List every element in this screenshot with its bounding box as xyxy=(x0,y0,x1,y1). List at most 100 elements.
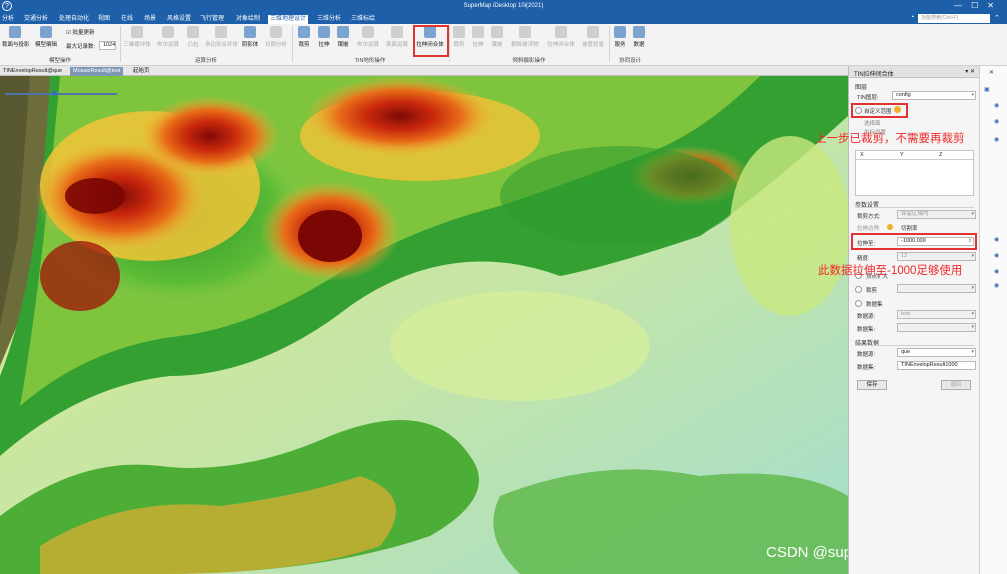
tree-node-icon[interactable]: ◉ xyxy=(994,282,999,289)
group-operation-analysis: 运算分析 xyxy=(194,58,217,64)
tree-node-icon[interactable]: ◉ xyxy=(994,252,999,259)
result-datasource-select[interactable]: que ▾ xyxy=(897,348,976,357)
service-icon xyxy=(614,26,626,38)
tab-start-page[interactable]: 起始页 xyxy=(130,67,153,76)
menu-view[interactable]: 视图 xyxy=(96,15,112,24)
tab-mosaic-result[interactable]: MosaicResult@test xyxy=(70,67,124,76)
result-dataset-input[interactable]: TINEnvelopResult1000 xyxy=(897,361,976,370)
polygon-merge-icon xyxy=(215,26,227,38)
stretch-value-label: 拉伸至: xyxy=(857,241,876,247)
ridge-northwest xyxy=(140,96,280,176)
divider xyxy=(855,207,974,208)
shadow-volume-button[interactable]: 阴影体 xyxy=(239,26,261,54)
result-datasource-label: 数据源: xyxy=(857,352,876,358)
custom-range-label: 自定义范围 xyxy=(864,109,892,115)
precision-select[interactable]: 12 ▾ xyxy=(897,252,976,261)
slider-knob[interactable] xyxy=(52,91,57,96)
collapse-icon[interactable]: ⌃ xyxy=(994,14,1000,22)
menu-3d-geodesign[interactable]: 三维地理设计 xyxy=(268,15,309,24)
layer-tree-icon[interactable]: ▣ xyxy=(984,86,990,93)
tin-stretch-button[interactable]: 拉伸 xyxy=(315,26,333,54)
tin-boolean-button[interactable]: 布尔运算 xyxy=(354,26,382,54)
crop-radio[interactable] xyxy=(855,286,862,293)
tin-layer-select[interactable]: config ▾ xyxy=(892,91,976,100)
save-button[interactable]: 保存 xyxy=(857,380,887,390)
service-button[interactable]: 服务 xyxy=(612,26,628,54)
tree-node-icon[interactable]: ◉ xyxy=(994,268,999,275)
coordinate-table[interactable]: X Y Z xyxy=(855,150,974,196)
custom-range-radio[interactable] xyxy=(855,107,862,114)
dock-close-icon[interactable]: ✕ xyxy=(989,69,994,76)
dataset-select[interactable]: ▾ xyxy=(897,323,976,332)
col-x: X xyxy=(860,152,864,158)
clip-mode-select[interactable]: 保留区域内 ▾ xyxy=(897,210,976,219)
osgb-clip-button[interactable]: 裁剪 xyxy=(451,26,467,54)
menu-3d-analysis[interactable]: 三维分析 xyxy=(315,15,343,24)
col-y: Y xyxy=(900,152,904,158)
menu-draw-object[interactable]: 对象绘制 xyxy=(234,15,262,24)
osgb-mosaic-button[interactable]: 镶嵌 xyxy=(489,26,505,54)
tin-clip-button[interactable]: 裁剪 xyxy=(294,26,314,54)
title-bar: ? SuperMap iDesktop 10i(2021) —☐✕ xyxy=(0,0,1007,14)
osgb-stretch-closed-icon xyxy=(555,26,567,38)
help-icon[interactable]: ◔ xyxy=(910,14,914,21)
window-controls[interactable]: —☐✕ xyxy=(954,1,1003,10)
menu-style[interactable]: 风格设置 xyxy=(165,15,193,24)
group-model-ops: 模型操作 xyxy=(48,58,71,64)
menu-automation[interactable]: 处理自动化 xyxy=(57,15,91,24)
slope-repair-button[interactable]: 坡度修复 xyxy=(579,26,607,54)
boolean-op-icon xyxy=(162,26,174,38)
search-input[interactable]: 功能搜索(Ctrl+F) xyxy=(918,14,990,23)
osgb-stretch-button[interactable]: 拉伸 xyxy=(470,26,486,54)
dataset-radio[interactable] xyxy=(855,300,862,307)
max-records-input[interactable]: 1024 xyxy=(99,41,116,50)
menu-bar: 分析 交通分析 处理自动化 视图 在线 场景 风格设置 飞行管理 对象绘制 三维… xyxy=(0,14,1007,24)
menu-scene[interactable]: 场景 xyxy=(142,15,158,24)
tin-boolean-icon xyxy=(362,26,374,38)
batch-update-checkbox[interactable]: ☑ 批量更新 xyxy=(66,28,94,36)
spinner-icon[interactable]: ⇕ xyxy=(968,238,972,245)
slope-repair-icon xyxy=(587,26,599,38)
tree-node-icon[interactable]: ◉ xyxy=(994,136,999,143)
datasource-select[interactable]: test ▾ xyxy=(897,310,976,319)
menu-flight[interactable]: 飞行管理 xyxy=(198,15,226,24)
clip-project-button[interactable]: 裁面与投影 xyxy=(2,26,30,54)
scene-view[interactable] xyxy=(0,76,848,574)
info-icon xyxy=(887,224,893,230)
crop-select[interactable]: ▾ xyxy=(897,284,976,293)
result-dataset-label: 数据集: xyxy=(857,365,876,371)
window-title: SuperMap iDesktop 10i(2021) xyxy=(463,3,544,9)
tin-stretch-icon xyxy=(318,26,330,38)
polygon-merge-button[interactable]: 多边形合并体 xyxy=(205,26,238,54)
convex-hull-button[interactable]: 凸包 xyxy=(183,26,203,54)
panel-pin-close[interactable]: ▾ ✕ xyxy=(965,68,975,75)
tree-node-icon[interactable]: ◉ xyxy=(994,236,999,243)
surface-op-button[interactable]: 表面运算 xyxy=(383,26,411,54)
sunlight-icon xyxy=(270,26,282,38)
menu-traffic-analysis[interactable]: 交通分析 xyxy=(22,15,50,24)
osgb-clip-icon xyxy=(453,26,465,38)
sunlight-analysis-button[interactable]: 日照分析 xyxy=(263,26,289,54)
stretch-value-input[interactable]: -1000.000 ⇕ xyxy=(897,237,974,246)
remove-floaters-button[interactable]: 删除悬浮物 xyxy=(508,26,542,54)
model-edit-button[interactable]: 模型编辑 xyxy=(32,26,60,54)
boolean-op-button[interactable]: 布尔运算 xyxy=(155,26,181,54)
scale-slider[interactable] xyxy=(5,91,117,96)
tree-node-icon[interactable]: ◉ xyxy=(994,102,999,109)
col-z: Z xyxy=(939,152,943,158)
max-records-label: 最大记录数: xyxy=(66,44,96,50)
divider xyxy=(855,345,974,346)
menu-online[interactable]: 在线 xyxy=(119,15,135,24)
menu-3d-plot[interactable]: 三维标绘 xyxy=(349,15,377,24)
ridge-north xyxy=(305,76,495,156)
menu-analysis[interactable]: 分析 xyxy=(0,15,16,24)
clip-project-icon xyxy=(9,26,21,38)
data-button[interactable]: 数据 xyxy=(631,26,647,54)
osgb-stretch-closed-button[interactable]: 拉伸闭合体 xyxy=(545,26,577,54)
buffer3d-button[interactable]: 三维缓冲体 xyxy=(122,26,152,54)
tab-tin-envelop[interactable]: TINEnvelopResult@que xyxy=(0,67,65,76)
right-dock: ✕ ▣ ◉ ◉ ◉ ◉ ◉ ◉ ◉ xyxy=(979,66,1007,574)
cancel-button[interactable]: 撤回 xyxy=(941,380,971,390)
tin-mosaic-button[interactable]: 镶嵌 xyxy=(334,26,352,54)
tree-node-icon[interactable]: ◉ xyxy=(994,118,999,125)
